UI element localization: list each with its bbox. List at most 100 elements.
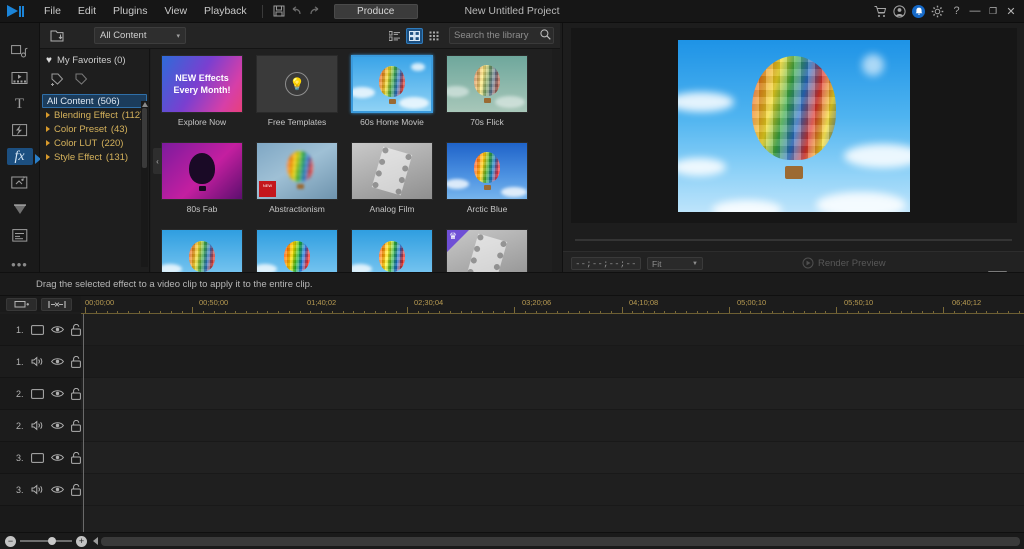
sidebar-item-particle-room[interactable] (7, 201, 33, 218)
track-header-audio-2[interactable]: 2. (0, 410, 81, 442)
unlock-icon[interactable] (71, 484, 81, 496)
search-input[interactable] (454, 30, 540, 41)
timeline-track-manager-button[interactable] (6, 298, 37, 311)
content-filter-dropdown[interactable]: All Content ▾ (94, 27, 186, 44)
more-rooms-button[interactable]: ••• (11, 257, 28, 272)
thumbnail[interactable]: 💡 (256, 55, 338, 113)
library-item-row3-4-premium[interactable]: ♛ (446, 229, 528, 272)
timeline-fit-button[interactable] (41, 298, 72, 311)
minimize-button[interactable]: — (968, 5, 982, 17)
timeline-track-audio-3[interactable] (81, 474, 1024, 506)
eye-icon[interactable] (51, 485, 64, 494)
menu-plugins[interactable]: Plugins (105, 2, 155, 20)
thumbnail[interactable] (161, 229, 243, 272)
timecode-display[interactable]: --;--;--;-- (571, 257, 641, 270)
settings-gear-icon[interactable] (930, 4, 945, 19)
save-icon[interactable] (270, 2, 288, 20)
library-item-explore-now[interactable]: NEW Effects Every Month! Explore Now (161, 55, 243, 142)
eye-icon[interactable] (51, 453, 64, 462)
library-item-80s-fab[interactable]: 80s Fab (161, 142, 243, 229)
chevron-right-icon[interactable] (46, 154, 50, 160)
unlock-icon[interactable] (71, 388, 81, 400)
sidebar-item-title-room[interactable]: T (7, 96, 33, 113)
menu-edit[interactable]: Edit (70, 2, 104, 20)
timeline-track-video-2[interactable] (81, 378, 1024, 410)
zoom-slider-knob[interactable] (48, 537, 56, 545)
thumbnail[interactable] (446, 142, 528, 200)
eye-icon[interactable] (51, 421, 64, 430)
my-favorites-row[interactable]: ♥ My Favorites (0) (40, 55, 149, 69)
track-header-video-1[interactable]: 1. (0, 314, 81, 346)
preview-stage[interactable] (571, 28, 1017, 223)
library-item-analog-film[interactable]: Analog Film (351, 142, 433, 229)
redo-arrow-icon[interactable] (306, 2, 324, 20)
tree-item-color-lut[interactable]: Color LUT (220) (40, 136, 149, 150)
thumbnail[interactable] (351, 55, 433, 113)
library-item-70s-flick[interactable]: 70s Flick (446, 55, 528, 142)
eye-icon[interactable] (51, 389, 64, 398)
timeline-horizontal-scrollbar[interactable] (93, 537, 1024, 546)
sidebar-item-effect-room[interactable]: fx (7, 148, 33, 165)
thumbnail[interactable]: NEW (256, 142, 338, 200)
thumbnail[interactable] (351, 229, 433, 272)
timeline-tracks-area[interactable] (81, 314, 1024, 532)
library-item-row3-1[interactable] (161, 229, 243, 272)
timeline-track-video-1[interactable] (81, 314, 1024, 346)
track-header-video-2[interactable]: 2. (0, 378, 81, 410)
library-item-row3-2[interactable] (256, 229, 338, 272)
sidebar-item-filmstrip-room[interactable] (7, 69, 33, 86)
list-view-button[interactable] (386, 28, 403, 44)
chevron-right-icon[interactable] (46, 126, 50, 132)
help-icon[interactable]: ? (949, 4, 964, 19)
tree-item-blending-effect[interactable]: Blending Effect (112) (40, 108, 149, 122)
library-item-abstractionism[interactable]: NEW Abstractionism (256, 142, 338, 229)
grid-view-button[interactable] (406, 28, 423, 44)
unlock-icon[interactable] (71, 452, 81, 464)
sidebar-item-media-room[interactable] (7, 43, 33, 60)
unlock-icon[interactable] (71, 420, 81, 432)
hscroll-thumb[interactable] (101, 537, 1020, 546)
library-item-row3-3[interactable] (351, 229, 433, 272)
notification-icon[interactable] (911, 4, 926, 19)
thumbnail[interactable]: ♛ (446, 229, 528, 272)
track-header-audio-1[interactable]: 1. (0, 346, 81, 378)
thumbnail[interactable] (161, 142, 243, 200)
search-magnifier-icon[interactable] (540, 27, 551, 45)
maximize-button[interactable]: ❐ (986, 6, 1000, 17)
sidebar-item-transition-room[interactable] (7, 122, 33, 139)
eye-icon[interactable] (51, 357, 64, 366)
account-icon[interactable] (892, 4, 907, 19)
scroll-left-arrow-icon[interactable] (93, 537, 98, 545)
thumbnail[interactable] (351, 142, 433, 200)
playhead[interactable] (83, 314, 84, 532)
menu-playback[interactable]: Playback (196, 2, 255, 20)
sidebar-item-pip-object-room[interactable] (7, 174, 33, 191)
tree-scroll-thumb[interactable] (142, 108, 147, 168)
tree-item-all-content[interactable]: All Content (506) (42, 94, 147, 108)
thumbnail[interactable] (256, 229, 338, 272)
timeline-track-audio-1[interactable] (81, 346, 1024, 378)
track-header-audio-3[interactable]: 3. (0, 474, 81, 506)
tree-item-color-preset[interactable]: Color Preset (43) (40, 122, 149, 136)
timeline-ruler[interactable]: 00;00;00 00;50;00 01;40;02 02;30;04 03;2… (81, 296, 1024, 314)
scroll-up-arrow-icon[interactable] (142, 102, 148, 107)
library-item-arctic-blue[interactable]: Arctic Blue (446, 142, 528, 229)
undo-arrow-icon[interactable] (288, 2, 306, 20)
preview-fit-dropdown[interactable]: Fit ▼ (647, 257, 703, 270)
track-header-video-3[interactable]: 3. (0, 442, 81, 474)
unlock-icon[interactable] (71, 356, 81, 368)
library-item-free-templates[interactable]: 💡 Free Templates (256, 55, 338, 142)
close-button[interactable]: ✕ (1004, 5, 1018, 18)
menu-view[interactable]: View (156, 2, 195, 20)
tag-remove-icon[interactable] (74, 72, 89, 89)
tag-add-icon[interactable] (50, 72, 65, 89)
cart-icon[interactable] (873, 4, 888, 19)
search-input-wrapper[interactable] (449, 27, 554, 44)
menu-file[interactable]: File (36, 2, 69, 20)
thumbnail[interactable] (446, 55, 528, 113)
zoom-slider[interactable] (20, 540, 72, 542)
zoom-in-button[interactable]: + (76, 536, 87, 547)
timeline-track-audio-2[interactable] (81, 410, 1024, 442)
unlock-icon[interactable] (71, 324, 81, 336)
chevron-right-icon[interactable] (46, 112, 50, 118)
